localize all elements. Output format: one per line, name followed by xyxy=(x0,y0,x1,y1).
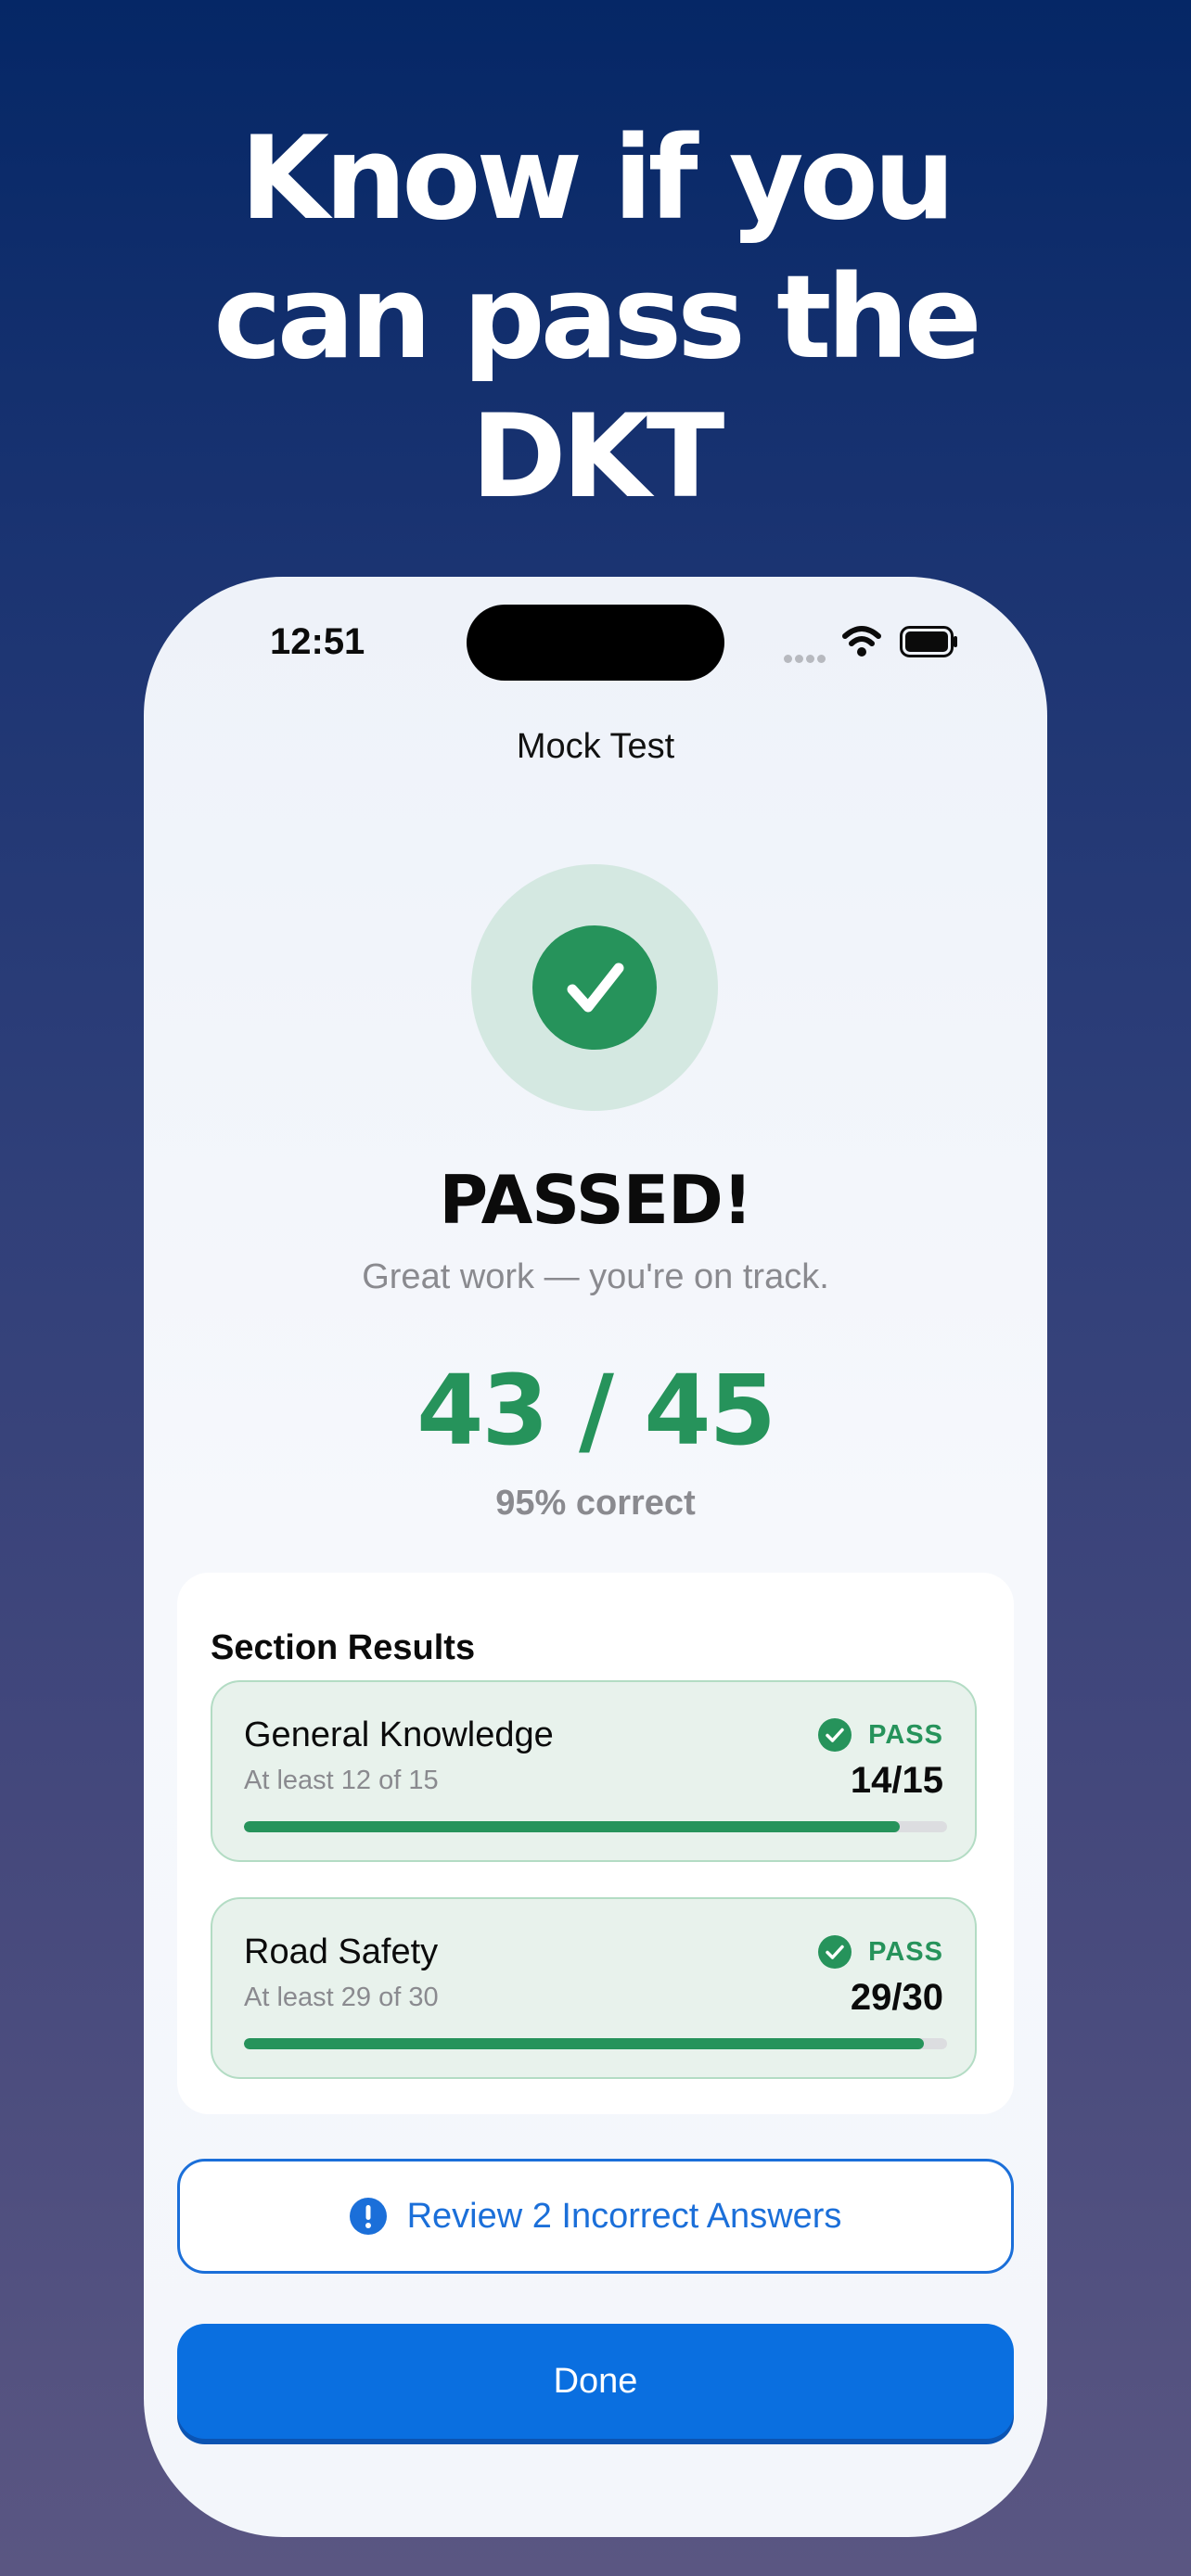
score-value: 43 / 45 xyxy=(416,1354,776,1467)
pass-label: PASS xyxy=(868,1936,943,1967)
result-title: PASSED! xyxy=(439,1161,752,1239)
section-requirement: At least 29 of 30 xyxy=(244,1983,439,2012)
battery-icon xyxy=(900,626,957,657)
pass-indicator: PASS xyxy=(818,1717,943,1753)
status-bar-time: 12:51 xyxy=(270,621,365,662)
review-button-label: Review 2 Incorrect Answers xyxy=(406,2196,842,2236)
exclamation-circle-icon xyxy=(349,2198,387,2235)
section-progress-fill xyxy=(244,2038,924,2049)
section-score: 29/30 xyxy=(850,1977,943,2018)
section-title: General Knowledge xyxy=(244,1715,554,1754)
percent-correct: 95% correct xyxy=(495,1484,696,1523)
section-progress-bar xyxy=(244,1821,947,1832)
cellular-signal-icon xyxy=(784,651,830,663)
done-button[interactable]: Done xyxy=(177,2324,1014,2439)
section-row-road-safety[interactable]: Road Safety At least 29 of 30 PASS 29/30 xyxy=(211,1897,977,2079)
section-results-heading: Section Results xyxy=(211,1628,476,1667)
marketing-headline: Know if you can pass the DKT xyxy=(0,109,1191,527)
dynamic-island xyxy=(467,605,724,681)
section-row-general-knowledge[interactable]: General Knowledge At least 12 of 15 PASS… xyxy=(211,1680,977,1862)
headline-line-1: Know if you xyxy=(239,112,955,246)
phone-screen: 12:51 Mock Test PASSED! Great work — you… xyxy=(144,577,1047,2537)
checkmark-circle-icon xyxy=(532,925,657,1050)
done-button-label: Done xyxy=(553,2361,638,2401)
section-progress-fill xyxy=(244,1821,901,1832)
result-subtitle: Great work — you're on track. xyxy=(362,1257,829,1296)
section-title: Road Safety xyxy=(244,1932,439,1971)
section-progress-bar xyxy=(244,2038,947,2049)
result-badge xyxy=(471,864,718,1111)
check-circle-icon xyxy=(818,1718,852,1752)
headline-line-3: DKT xyxy=(470,390,725,524)
review-incorrect-button[interactable]: Review 2 Incorrect Answers xyxy=(177,2159,1014,2274)
headline-line-2: can pass the xyxy=(213,251,982,385)
nav-title: Mock Test xyxy=(516,727,675,766)
section-requirement: At least 12 of 15 xyxy=(244,1766,439,1795)
section-score: 14/15 xyxy=(850,1760,943,1801)
wifi-icon xyxy=(842,626,881,657)
section-results-card: Section Results General Knowledge At lea… xyxy=(177,1573,1014,2114)
pass-label: PASS xyxy=(868,1719,943,1750)
pass-indicator: PASS xyxy=(818,1934,943,1970)
check-circle-icon xyxy=(818,1935,852,1969)
